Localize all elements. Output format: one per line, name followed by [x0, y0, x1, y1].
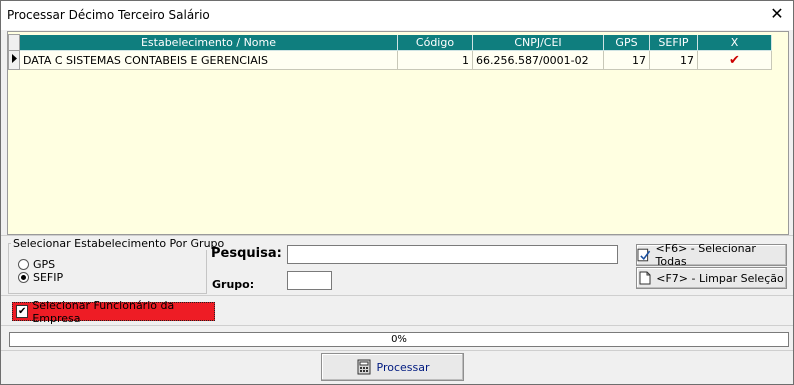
radio-sefip[interactable]: SEFIP — [18, 271, 63, 284]
separator — [1, 325, 793, 326]
progress-text: 0% — [391, 334, 407, 345]
process-label: Processar — [376, 360, 430, 374]
radio-sefip-label: SEFIP — [33, 271, 64, 284]
separator — [1, 350, 793, 351]
blank-page-icon — [639, 271, 651, 285]
group-legend: Selecionar Estabelecimento Por Grupo — [11, 237, 227, 250]
cell-sefip[interactable]: 17 — [649, 50, 698, 70]
employee-checkbox-label: Selecionar Funcionário da Empresa — [32, 298, 175, 325]
cell-gps[interactable]: 17 — [603, 50, 650, 70]
radio-sefip-indicator[interactable] — [18, 272, 29, 283]
clear-selection-button[interactable]: <F7> - Limpar Seleção — [636, 267, 787, 289]
cell-nome[interactable]: DATA C SISTEMAS CONTABEIS E GERENCIAIS — [19, 50, 398, 70]
separator — [1, 235, 793, 236]
close-icon[interactable]: ✕ — [769, 5, 785, 23]
employee-checkbox[interactable]: ✔ Selecionar Funcionário da Empresa — [12, 299, 215, 325]
title-bar: Processar Décimo Terceiro Salário ✕ — [1, 1, 793, 30]
select-all-icon — [637, 248, 651, 262]
column-header-cnpj[interactable]: CNPJ/CEI — [472, 34, 604, 51]
window-title: Processar Décimo Terceiro Salário — [7, 8, 210, 22]
cell-codigo[interactable]: 1 — [397, 50, 473, 70]
radio-gps-label: GPS — [33, 258, 56, 271]
row-indicator-header — [8, 34, 20, 51]
grupo-input[interactable] — [287, 271, 332, 290]
progress-bar: 0% — [9, 332, 789, 347]
calculator-icon — [357, 359, 370, 375]
column-header-gps[interactable]: GPS — [603, 34, 650, 51]
selected-check-icon[interactable]: ✔ — [697, 50, 772, 70]
select-all-button[interactable]: <F6> - Selecionar Todas — [636, 242, 787, 268]
search-label: Pesquisa: — [211, 246, 282, 261]
employee-checkbox-check-icon[interactable]: ✔ — [16, 305, 29, 318]
separator — [1, 295, 793, 296]
column-header-nome[interactable]: Estabelecimento / Nome — [19, 34, 398, 51]
grupo-label: Grupo: — [212, 278, 255, 291]
radio-gps[interactable]: GPS — [18, 258, 55, 271]
current-row-indicator-icon — [8, 50, 20, 70]
column-header-sefip[interactable]: SEFIP — [649, 34, 698, 51]
search-input[interactable] — [287, 245, 618, 264]
select-all-label: <F6> - Selecionar Todas — [655, 242, 756, 268]
column-header-x[interactable]: X — [697, 34, 772, 51]
column-header-codigo[interactable]: Código — [397, 34, 473, 51]
establishments-grid[interactable]: Estabelecimento / Nome Código CNPJ/CEI G… — [7, 31, 789, 235]
clear-selection-label: <F7> - Limpar Seleção — [656, 271, 784, 285]
cell-cnpj[interactable]: 66.256.587/0001-02 — [472, 50, 604, 70]
dialog-window: Processar Décimo Terceiro Salário ✕ Esta… — [0, 0, 794, 385]
table-row[interactable]: DATA C SISTEMAS CONTABEIS E GERENCIAIS 1… — [8, 50, 772, 70]
radio-gps-indicator[interactable] — [18, 259, 29, 270]
process-button[interactable]: Processar — [321, 353, 464, 381]
